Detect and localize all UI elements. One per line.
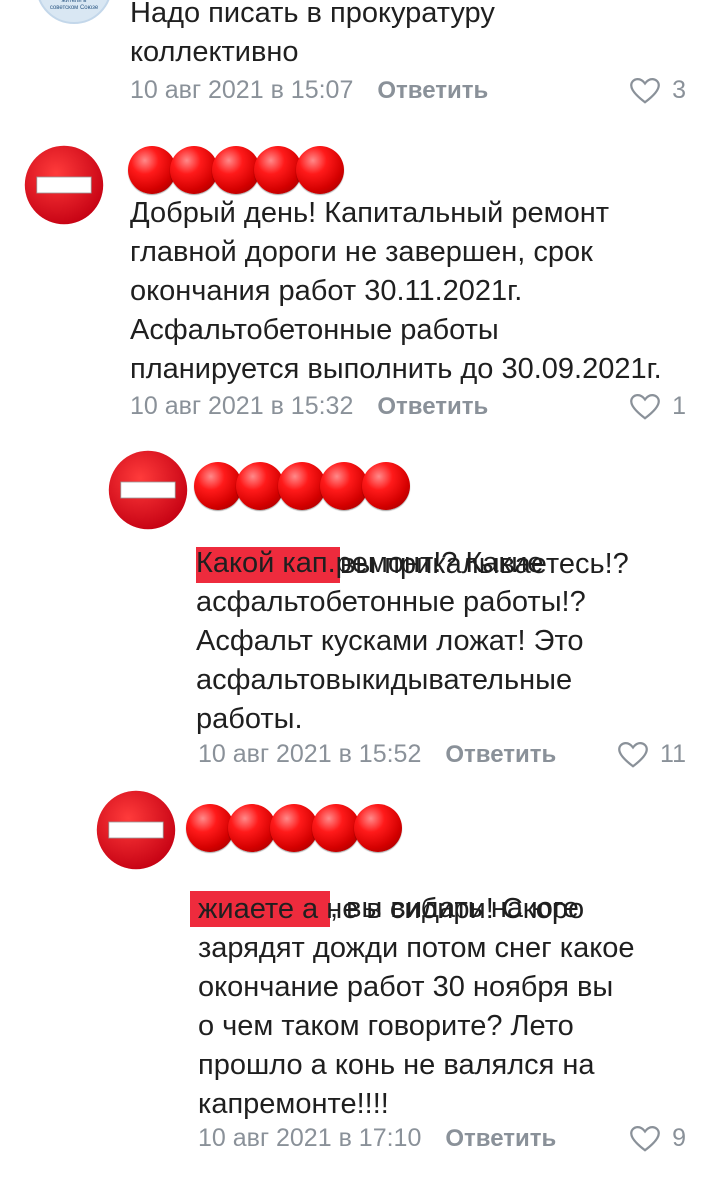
no-entry-sign-icon [24,145,104,225]
redaction-ball [170,146,218,194]
comment-text: Какой кап.ремонт!? Какие асфальтобетонны… [196,547,586,735]
avatar[interactable] [24,145,104,225]
redaction-ball [186,804,234,852]
avatar-caption: жители в советском Союзе [49,0,99,11]
redaction-ball [128,146,176,194]
redaction-ball [254,146,302,194]
redaction-ball [354,804,402,852]
heart-outline-icon [630,77,660,104]
redaction-ball [278,462,326,510]
redacted-author-name [186,800,402,856]
like-button[interactable]: 9 [630,1124,686,1153]
reply-button[interactable]: Ответить [445,741,556,769]
redaction-ball [236,462,284,510]
comment-1: жители в советском Союзе Надо писать в п… [0,0,720,120]
like-button[interactable]: 3 [630,76,686,105]
no-entry-sign-icon [96,790,176,870]
like-count: 11 [660,740,686,768]
avatar[interactable]: жители в советском Союзе [36,0,112,24]
redaction-ball [362,462,410,510]
comment-date: 10 авг 2021 в 15:07 [130,76,354,104]
comment-meta: 10 авг 2021 в 15:07 Ответить [130,76,488,105]
comment-date: 10 авг 2021 в 17:10 [198,1124,422,1152]
like-count: 3 [672,76,686,104]
comment-text: Добрый день! Капитальный ремонт главной … [130,197,662,385]
comment-meta: 10 авг 2021 в 15:32 Ответить [130,392,488,421]
redaction-ball [212,146,260,194]
comment-date: 10 авг 2021 в 15:52 [198,740,422,768]
reply-button[interactable]: Ответить [377,393,488,421]
comment-3: вы прикалываетесь!? Какой кап.ремонт!? К… [0,450,720,780]
no-entry-sign-icon [108,450,188,530]
comment-2: Добрый день! Капитальный ремонт главной … [0,140,720,440]
redaction-ball [194,462,242,510]
heart-outline-icon [618,741,648,768]
reply-button[interactable]: Ответить [445,1125,556,1153]
like-button[interactable]: 11 [618,740,686,769]
comment-meta: 10 авг 2021 в 15:52 Ответить [198,740,556,769]
comment-text: Надо писать в прокуратуру коллективно [130,0,495,68]
comment-date: 10 авг 2021 в 15:32 [130,392,354,420]
redaction-ball [296,146,344,194]
avatar[interactable] [108,450,188,530]
like-count: 1 [672,392,686,420]
comment-meta: 10 авг 2021 в 17:10 Ответить [198,1124,556,1153]
heart-outline-icon [630,1125,660,1152]
like-count: 9 [672,1124,686,1152]
comment-text: жиаете а не в сибири! Скоро зарядят дожд… [198,893,635,1120]
redaction-ball [320,462,368,510]
redaction-ball [312,804,360,852]
like-button[interactable]: 1 [630,392,686,421]
redaction-ball [228,804,276,852]
redacted-author-name [128,142,344,198]
reply-button[interactable]: Ответить [377,77,488,105]
heart-outline-icon [630,393,660,420]
avatar[interactable] [96,790,176,870]
redaction-ball [270,804,318,852]
comment-4: , вы видать на юге жиаете а не в сибири!… [0,790,720,1170]
